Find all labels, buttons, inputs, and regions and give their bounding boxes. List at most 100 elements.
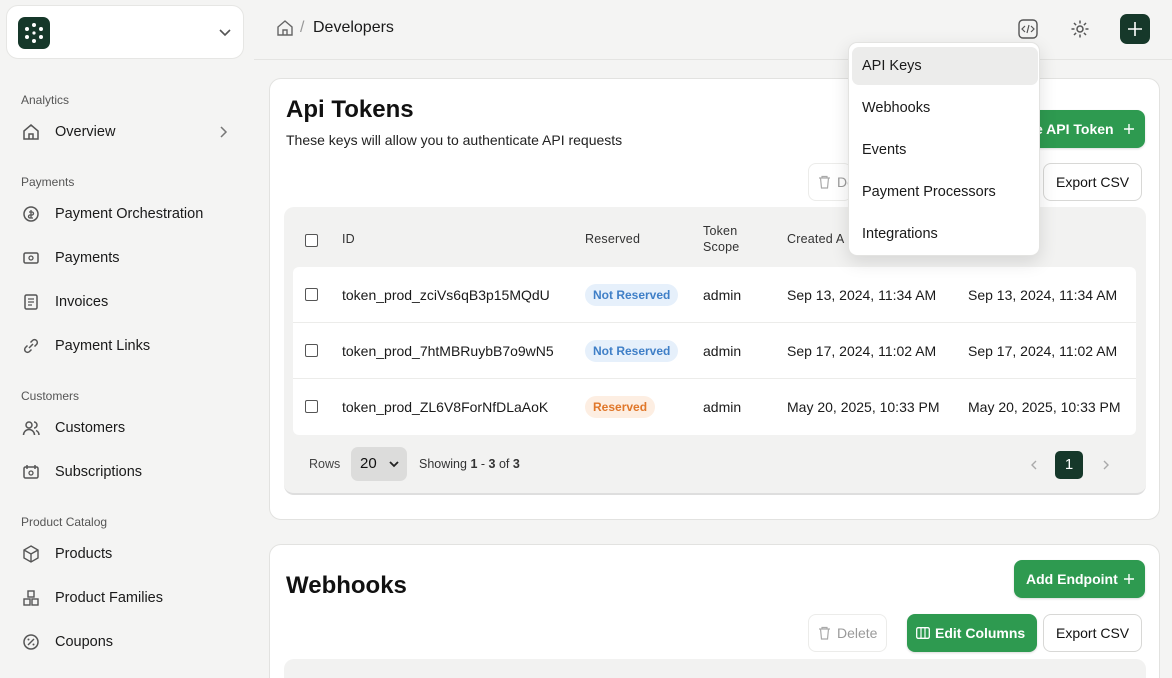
webhooks-delete-button[interactable]: Delete	[808, 614, 888, 652]
webhooks-table	[284, 659, 1146, 678]
showing-from: 1	[470, 457, 478, 471]
created-at: Sep 13, 2024, 11:34 AM	[787, 287, 937, 303]
sidebar-item-subscriptions[interactable]: Subscriptions	[10, 454, 240, 490]
section-label-customers: Customers	[21, 389, 80, 403]
users-icon	[22, 421, 40, 436]
orchestration-icon	[23, 206, 39, 222]
chevron-right-icon	[220, 126, 228, 138]
next-page-icon[interactable]	[1100, 459, 1112, 471]
row-checkbox[interactable]	[305, 344, 318, 357]
sidebar-item-customers[interactable]: Customers	[10, 410, 240, 446]
add-endpoint-label: Add Endpoint	[1026, 571, 1118, 587]
home-icon	[23, 124, 39, 140]
prev-page-icon[interactable]	[1028, 459, 1040, 471]
code-icon	[1018, 19, 1038, 39]
sidebar-item-label: Overview	[55, 124, 116, 140]
box-icon	[23, 545, 39, 563]
table-row[interactable]: token_prod_7htMBRuybB7o9wN5 Not Reserved…	[293, 323, 1136, 379]
breadcrumb-home-icon[interactable]	[276, 19, 294, 37]
developers-dropdown-menu: API Keys Webhooks Events Payment Process…	[848, 42, 1040, 256]
boxes-icon	[23, 590, 39, 606]
api-tokens-subtitle: These keys will allow you to authenticat…	[286, 132, 623, 148]
showing-prefix: Showing	[419, 457, 467, 471]
export-csv-button[interactable]: Export CSV	[1043, 163, 1143, 201]
token-scope: admin	[703, 343, 742, 359]
table-row[interactable]: token_prod_ZL6V8ForNfDLaAoK Reserved adm…	[293, 379, 1136, 435]
row-checkbox[interactable]	[305, 288, 318, 301]
sidebar: Analytics Overview Payments Payment Orch…	[0, 0, 254, 678]
sidebar-item-products[interactable]: Products	[10, 536, 240, 572]
breadcrumb-separator: /	[300, 19, 305, 36]
sidebar-item-coupons[interactable]: Coupons	[10, 624, 240, 660]
sidebar-item-product-families[interactable]: Product Families	[10, 580, 240, 616]
updated-at: Sep 13, 2024, 11:34 AM	[968, 287, 1118, 303]
settings-button[interactable]	[1065, 14, 1095, 44]
sidebar-item-payment-links[interactable]: Payment Links	[10, 328, 240, 364]
webhooks-export-csv-button[interactable]: Export CSV	[1043, 614, 1143, 652]
chevron-down-icon	[219, 29, 231, 37]
token-id: token_prod_ZL6V8ForNfDLaAoK	[342, 399, 549, 415]
sidebar-item-label: Coupons	[55, 634, 114, 650]
plus-icon	[1124, 574, 1134, 584]
sidebar-item-payments[interactable]: Payments	[10, 240, 240, 276]
trash-icon	[819, 175, 830, 189]
global-add-button[interactable]	[1120, 14, 1150, 44]
create-api-token-label: e API Token	[1035, 121, 1114, 137]
breadcrumb-current: Developers	[313, 19, 394, 36]
edit-columns-label: Edit Columns	[935, 625, 1026, 641]
sidebar-item-label: Payment Orchestration	[55, 206, 204, 222]
column-header-created-at[interactable]: Created A	[787, 231, 844, 247]
rows-label: Rows	[309, 457, 341, 471]
columns-icon	[916, 627, 930, 639]
sidebar-item-payment-orchestration[interactable]: Payment Orchestration	[10, 196, 240, 232]
sidebar-item-label: Subscriptions	[55, 464, 143, 480]
showing-summary: Showing 1 - 3 of 3	[419, 457, 520, 471]
row-checkbox[interactable]	[305, 400, 318, 413]
gear-icon	[1071, 20, 1089, 38]
status-badge: Reserved	[585, 396, 656, 418]
select-all-checkbox[interactable]	[305, 234, 318, 247]
column-header-id[interactable]: ID	[342, 231, 355, 247]
sidebar-item-overview[interactable]: Overview	[10, 114, 240, 150]
menu-item-payment-processors[interactable]: Payment Processors	[852, 173, 1038, 211]
menu-item-webhooks[interactable]: Webhooks	[852, 89, 1038, 127]
invoice-icon	[24, 294, 38, 310]
section-label-payments: Payments	[21, 175, 75, 189]
developers-button[interactable]	[1013, 14, 1043, 44]
delete-button[interactable]: De	[808, 163, 852, 201]
showing-total: 3	[512, 457, 520, 471]
status-badge: Not Reserved	[585, 284, 679, 306]
token-scope: admin	[703, 287, 742, 303]
app-logo	[18, 17, 50, 49]
table-body: token_prod_zciVs6qB3p15MQdU Not Reserved…	[293, 267, 1136, 435]
chevron-down-icon	[389, 461, 399, 468]
link-icon	[23, 338, 39, 354]
token-id: token_prod_7htMBRuybB7o9wN5	[342, 343, 554, 359]
showing-dash: -	[480, 457, 486, 471]
webhooks-title: Webhooks	[286, 572, 407, 599]
sidebar-item-invoices[interactable]: Invoices	[10, 284, 240, 320]
token-id: token_prod_zciVs6qB3p15MQdU	[342, 287, 550, 303]
created-at: Sep 17, 2024, 11:02 AM	[787, 343, 937, 359]
current-page-button[interactable]: 1	[1055, 451, 1083, 479]
org-switcher[interactable]	[6, 5, 244, 59]
add-endpoint-button[interactable]: Add Endpoint	[1014, 560, 1145, 598]
menu-item-integrations[interactable]: Integrations	[852, 215, 1038, 253]
updated-at: Sep 17, 2024, 11:02 AM	[968, 343, 1118, 359]
showing-to: 3	[488, 457, 496, 471]
column-header-reserved[interactable]: Reserved	[585, 231, 640, 247]
section-label-product-catalog: Product Catalog	[21, 515, 108, 529]
sidebar-item-label: Payment Links	[55, 338, 151, 354]
trash-icon	[819, 626, 830, 640]
menu-item-api-keys[interactable]: API Keys	[852, 47, 1038, 85]
sidebar-item-label: Product Families	[55, 590, 163, 606]
create-api-token-button[interactable]: e API Token	[1025, 110, 1145, 148]
column-header-token-scope[interactable]: Token Scope	[703, 223, 763, 255]
sidebar-item-label: Customers	[55, 420, 126, 436]
table-row[interactable]: token_prod_zciVs6qB3p15MQdU Not Reserved…	[293, 267, 1136, 323]
coupon-icon	[23, 634, 39, 650]
rows-per-page-select[interactable]: 20	[351, 447, 407, 481]
edit-columns-button[interactable]: Edit Columns	[907, 614, 1038, 652]
menu-item-events[interactable]: Events	[852, 131, 1038, 169]
plus-icon	[1124, 124, 1134, 134]
